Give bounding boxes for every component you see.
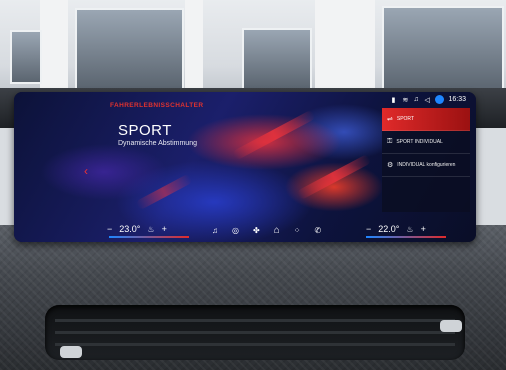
steering-icon: ⇌ <box>387 116 393 123</box>
infotainment-display: FAHRERLEBNISSCHALTER SPORT Dynamische Ab… <box>14 92 476 242</box>
vent-knob <box>60 346 82 358</box>
temp-right-value: 22.0° <box>378 224 400 234</box>
battery-icon: ▮ <box>391 97 396 104</box>
profile-icon[interactable] <box>435 95 445 104</box>
clock: 16:33 <box>448 96 466 103</box>
home-icon[interactable]: ⌂ <box>274 225 280 236</box>
volume-icon: ◁ <box>424 97 430 104</box>
temp-left-value: 23.0° <box>119 224 141 234</box>
temp-up-right-button[interactable]: + <box>421 224 426 234</box>
mode-title: SPORT <box>118 122 172 139</box>
mode-option-sport[interactable]: ⇌ SPORT <box>382 108 470 131</box>
circle-icon[interactable]: ◎ <box>232 226 239 235</box>
showroom-window <box>382 6 504 92</box>
mode-option-label: INDIVIDUAL konfigurieren <box>397 162 456 168</box>
music-note-icon: ♫ <box>413 96 419 103</box>
vent-knob <box>440 320 462 332</box>
art-streak <box>296 153 372 201</box>
chevron-left-icon[interactable]: ‹ <box>84 164 88 178</box>
mode-option-label: SPORT INDIVIDUAL <box>396 139 443 145</box>
temp-down-left-button[interactable]: − <box>107 224 112 234</box>
art-streak <box>135 173 193 211</box>
signal-icon: ≋ <box>402 97 409 104</box>
climate-left: − 23.0° ♨ + <box>107 224 167 234</box>
art-streak <box>231 109 317 161</box>
temp-indicator-right <box>366 236 446 238</box>
apps-icon[interactable]: ⁘ <box>294 226 301 235</box>
experience-switch-label: FAHRERLEBNISSCHALTER <box>110 102 204 109</box>
music-icon[interactable]: ♫ <box>212 226 218 235</box>
fan-icon[interactable]: ✤ <box>253 226 260 235</box>
phone-icon[interactable]: ✆ <box>314 226 321 235</box>
vent-slat <box>55 331 455 334</box>
temp-down-right-button[interactable]: − <box>366 224 371 234</box>
vent-slat <box>55 319 455 322</box>
mode-option-individual-configure[interactable]: ⚙ INDIVIDUAL konfigurieren <box>382 154 470 177</box>
mode-option-label: SPORT <box>396 116 415 122</box>
showroom-window <box>242 28 312 90</box>
key-icon: ⚿ <box>387 138 393 145</box>
temp-indicator-left <box>109 236 189 238</box>
temp-up-left-button[interactable]: + <box>162 224 167 234</box>
mode-option-sport-individual[interactable]: ⚿ SPORT INDIVIDUAL <box>382 131 470 154</box>
air-vent <box>45 305 465 360</box>
drive-mode-panel: ⇌ SPORT ⚿ SPORT INDIVIDUAL ⚙ INDIVIDUAL … <box>382 108 470 212</box>
nav-icon-row: ♫ ◎ ✤ ⌂ ⁘ ✆ <box>212 225 321 236</box>
showroom-window <box>10 30 42 84</box>
status-bar: ▮ ≋ ♫ ◁ 16:33 <box>391 95 466 104</box>
seat-heat-icon[interactable]: ♨ <box>147 225 154 234</box>
mode-subtitle: Dynamische Abstimmung <box>118 140 197 147</box>
showroom-window <box>75 8 184 90</box>
bottom-bar: − 23.0° ♨ + ♫ ◎ ✤ ⌂ ⁘ ✆ − 22.0° ♨ + <box>14 214 476 242</box>
vent-slat <box>55 343 455 346</box>
seat-heat-icon[interactable]: ♨ <box>406 225 413 234</box>
climate-right: − 22.0° ♨ + <box>366 224 426 234</box>
gear-icon: ⚙ <box>387 162 394 169</box>
